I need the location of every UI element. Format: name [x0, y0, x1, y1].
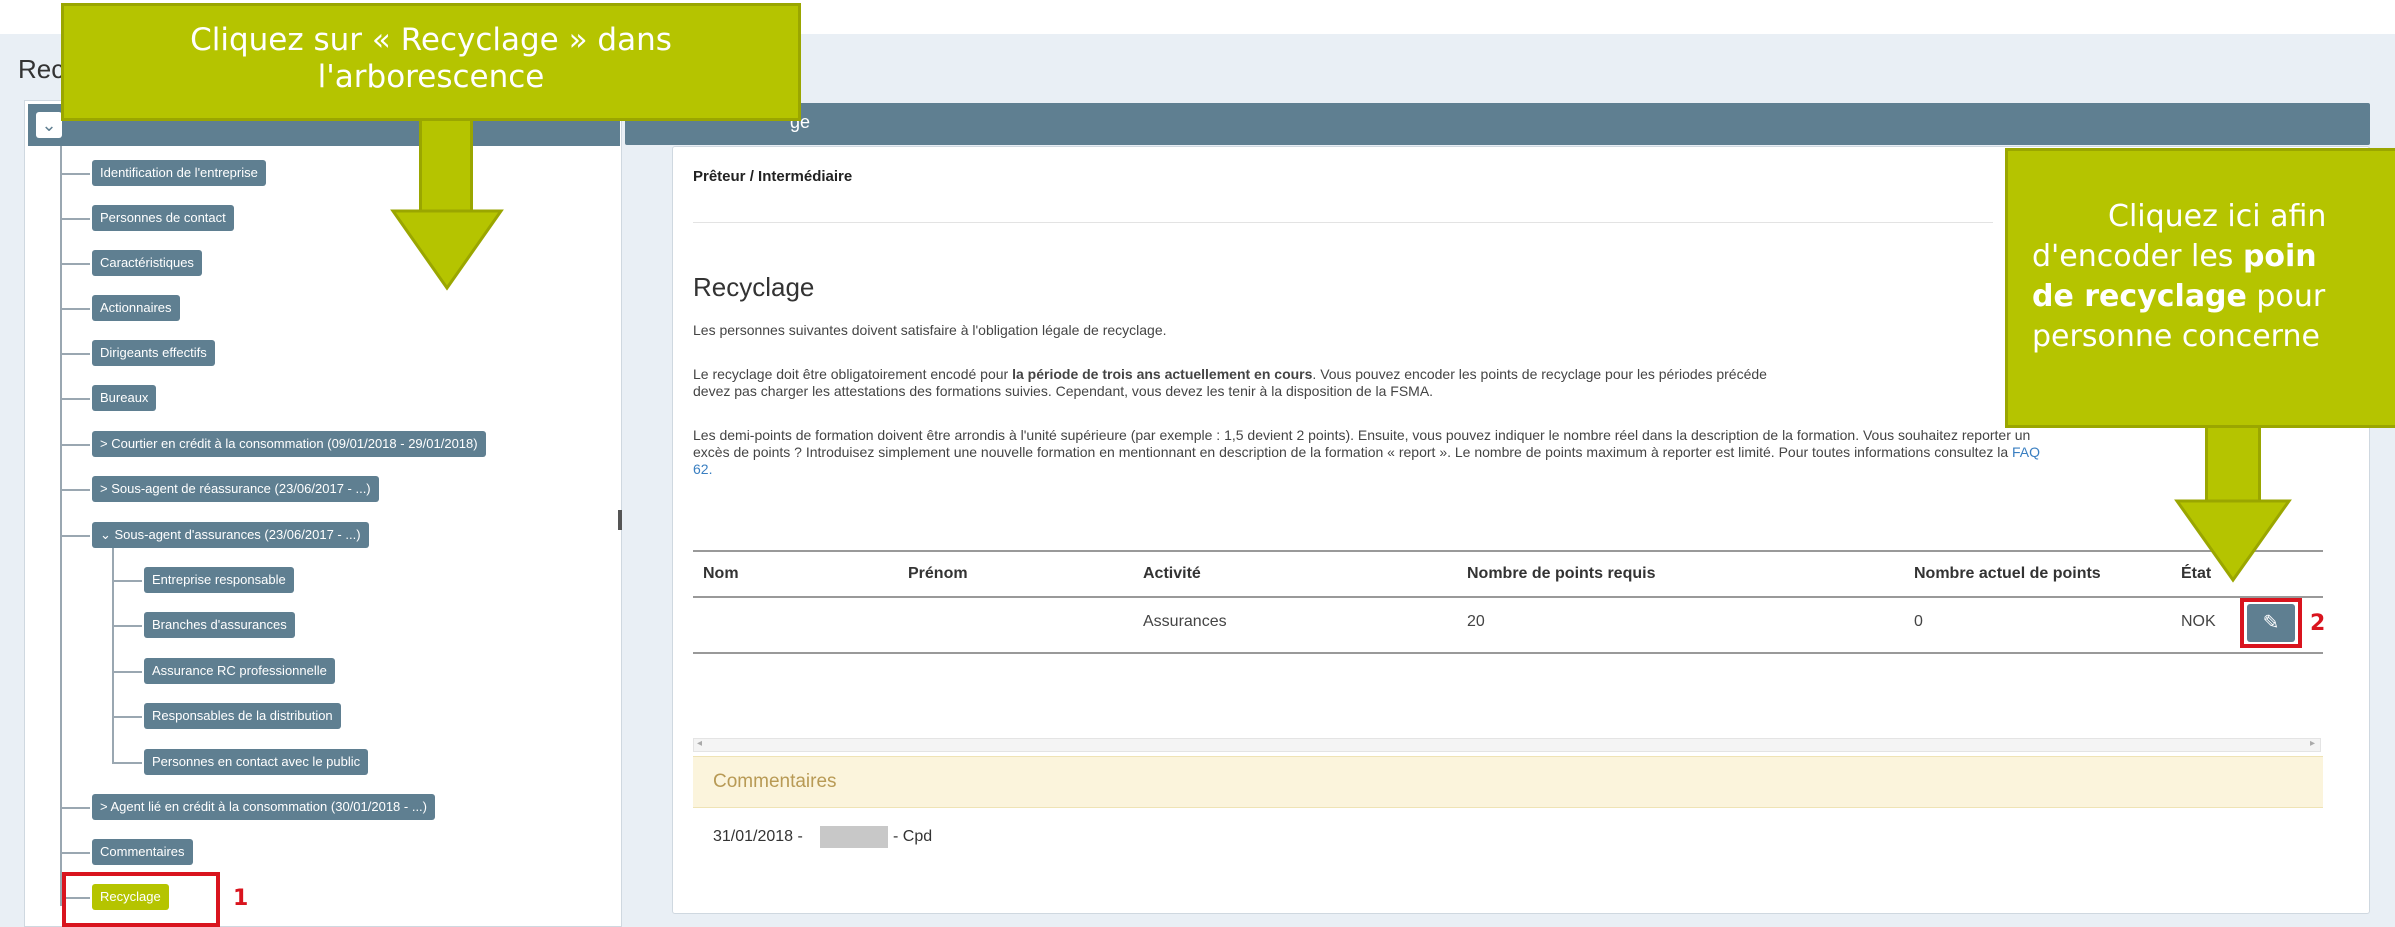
horizontal-scrollbar[interactable] [693, 738, 2321, 752]
faq-link[interactable]: FAQ [2012, 444, 2040, 460]
callout-right-line3a: de recyclage [2032, 279, 2247, 314]
col-header-prenom: Prénom [908, 565, 968, 582]
tree-item-courtier-credit[interactable]: > Courtier en crédit à la consommation (… [92, 431, 486, 457]
period-text-a: Le recyclage doit être obligatoirement e… [693, 366, 1013, 382]
tree-connector [60, 807, 90, 809]
comment-date: 31/01/2018 - [713, 828, 803, 845]
tree-connector [60, 308, 90, 310]
table-top-border [693, 550, 2323, 552]
rounding-paragraph: Les demi-points de formation doivent êtr… [693, 427, 2358, 478]
tree-item-actionnaires[interactable]: Actionnaires [92, 295, 180, 321]
col-header-activite: Activité [1143, 565, 1201, 582]
arrow-shaft-left [419, 121, 473, 213]
tree-connector [60, 218, 90, 220]
rounding-line2: excès de points ? Introduisez simplement… [693, 444, 2009, 460]
faq-link-number[interactable]: 62. [693, 461, 712, 477]
comments-title: Commentaires [713, 771, 837, 792]
tree-connector [112, 671, 142, 673]
callout-right-line4: personne concerne [2032, 319, 2320, 354]
tree-connector [60, 489, 90, 491]
tree-item-sous-agent-assurances[interactable]: ⌄ Sous-agent d'assurances (23/06/2017 - … [92, 522, 369, 548]
callout-left-line1: Cliquez sur « Recyclage » dans [190, 22, 672, 58]
tree-item-rc-pro[interactable]: Assurance RC professionnelle [144, 658, 335, 684]
cell-points-actuel: 0 [1914, 613, 1923, 630]
tree-connector [112, 625, 142, 627]
callout-left-text: Cliquez sur « Recyclage » dans l'arbores… [64, 22, 798, 96]
tree-connector [60, 444, 90, 446]
tree-connector [60, 146, 62, 906]
tree-item-entreprise-responsable[interactable]: Entreprise responsable [144, 567, 294, 593]
table-bottom-border [693, 652, 2323, 654]
period-text-bold: la période de trois ans actuellement en … [1012, 366, 1313, 382]
tree-item-personnes-contact-public[interactable]: Personnes en contact avec le public [144, 749, 369, 775]
tree-item-caracteristiques[interactable]: Caractéristiques [92, 250, 202, 276]
callout-right-line3b: pour [2246, 279, 2326, 314]
col-header-points-actuel: Nombre actuel de points [1914, 565, 2101, 582]
scroll-right-icon[interactable]: ▸ [2310, 738, 2315, 749]
tree-connector [60, 353, 90, 355]
tree-connector [60, 535, 90, 537]
subtitle: Prêteur / Intermédiaire [693, 168, 853, 185]
section-title: Recyclage [693, 272, 815, 302]
step-marker-2: 2 [2310, 611, 2326, 636]
callout-left-line2: l'arborescence [317, 59, 545, 95]
highlight-box-recyclage [62, 872, 220, 927]
tree-item-sous-agent-reassurance[interactable]: > Sous-agent de réassurance (23/06/2017 … [92, 476, 379, 502]
cell-points-requis: 20 [1467, 613, 1485, 630]
tree-connector [112, 580, 142, 582]
comment-author: - Cpd [893, 828, 933, 845]
redacted-name [820, 826, 888, 848]
highlight-box-edit [2240, 598, 2302, 648]
tree-item-responsables-distribution[interactable]: Responsables de la distribution [144, 703, 341, 729]
tree-connector [112, 762, 142, 764]
callout-right-line2b: poin [2242, 239, 2317, 274]
cell-activite: Assurances [1143, 613, 1227, 630]
callout-right-text: Cliquez ici afin d'encoder les poin de r… [2032, 197, 2395, 357]
panel-splitter-handle[interactable] [618, 510, 622, 530]
tree-connector [60, 398, 90, 400]
rounding-line1: Les demi-points de formation doivent êtr… [693, 427, 2031, 443]
divider [693, 222, 1993, 223]
tree-item-branches[interactable]: Branches d'assurances [144, 612, 295, 638]
arrow-shaft-right [2205, 428, 2261, 502]
arrow-down-icon [390, 209, 504, 291]
period-text-c: . Vous pouvez encoder les points de recy… [1312, 366, 1767, 382]
tree-item-dirigeants[interactable]: Dirigeants effectifs [92, 340, 215, 366]
cell-etat: NOK [2181, 613, 2216, 630]
tree-connector [60, 263, 90, 265]
tree-item-bureaux[interactable]: Bureaux [92, 385, 157, 411]
table-header-border [693, 596, 2323, 598]
callout-right-line1: Cliquez ici afin [2108, 199, 2327, 234]
tree-item-commentaires[interactable]: Commentaires [92, 839, 193, 865]
chevron-down-icon[interactable]: ⌄ [36, 112, 62, 138]
scroll-left-icon[interactable]: ◂ [697, 738, 702, 749]
tree-item-contacts[interactable]: Personnes de contact [92, 205, 234, 231]
arrow-down-icon [2174, 499, 2292, 583]
col-header-points-requis: Nombre de points requis [1467, 565, 1656, 582]
tree-item-agent-lie-credit[interactable]: > Agent lié en crédit à la consommation … [92, 794, 435, 820]
callout-right-line2a: d'encoder les [2032, 239, 2243, 274]
tree-item-identification[interactable]: Identification de l'entreprise [92, 160, 266, 186]
step-marker-1: 1 [233, 886, 249, 911]
tree-connector [60, 173, 90, 175]
col-header-nom: Nom [703, 565, 739, 582]
comments-header [693, 756, 2323, 808]
page-title: Rec [18, 54, 65, 84]
tree-connector [60, 852, 90, 854]
content-header [625, 103, 2370, 145]
period-text-line2: devez pas charger les attestations des f… [693, 383, 1434, 399]
tree-connector [112, 716, 142, 718]
